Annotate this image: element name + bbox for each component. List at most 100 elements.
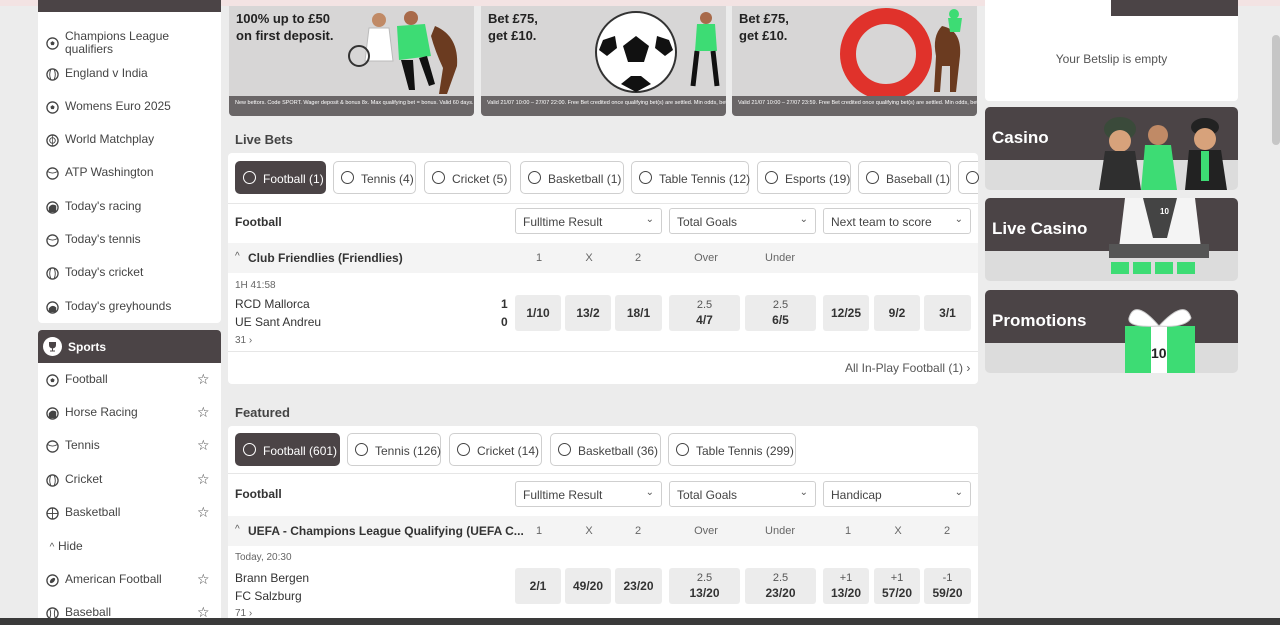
tennis-icon <box>45 166 59 180</box>
football-icon <box>243 443 256 456</box>
odds-button[interactable]: 2.5 23/20 <box>745 568 816 604</box>
sidebar-item-world-matchplay[interactable]: World Matchplay <box>38 133 221 147</box>
market-select-2[interactable]: Total Goals ⌄ <box>669 208 816 234</box>
sidebar-item-todays-cricket[interactable]: Today's cricket <box>38 266 221 280</box>
promo-banner-welcome[interactable]: 100% up to £50 on first deposit. New bett… <box>229 6 474 116</box>
casino-characters-illustration <box>1099 117 1227 190</box>
sidebar-item-label: Cricket <box>65 472 103 486</box>
competition-header[interactable]: ^ Club Friendlies (Friendlies) 1 X 2 Ove… <box>228 243 978 273</box>
sidebar-item-todays-greyhounds[interactable]: Today's greyhounds <box>38 300 221 314</box>
market-select-1[interactable]: Fulltime Result ⌄ <box>515 208 662 234</box>
sidebar-item-label: American Football <box>65 572 162 586</box>
sidebar-item-todays-tennis[interactable]: Today's tennis <box>38 233 221 247</box>
odds-button[interactable]: +1 13/20 <box>823 568 869 604</box>
home-team: Brann Bergen <box>235 571 310 585</box>
odds-button[interactable]: 23/20 <box>615 568 662 604</box>
sidebar-item-todays-racing[interactable]: Today's racing <box>38 200 221 214</box>
tab-featured-table-tennis[interactable]: Table Tennis (299) <box>668 433 796 466</box>
tile-title: Casino <box>992 128 1049 147</box>
betslip-empty-text: Your Betslip is empty <box>1055 52 1168 66</box>
tab-live-baseball[interactable]: Baseball (1) <box>858 161 951 194</box>
tab-featured-cricket[interactable]: Cricket (14) <box>449 433 542 466</box>
baseball-icon <box>866 171 879 184</box>
odds-button[interactable]: 3/1 <box>924 295 971 331</box>
chip-label: Table Tennis (299) <box>696 444 794 458</box>
casino-tile[interactable]: Casino <box>985 107 1238 190</box>
odds-button[interactable]: +1 57/20 <box>874 568 920 604</box>
table-tennis-icon <box>639 171 652 184</box>
all-inplay-football-link[interactable]: All In-Play Football (1) › <box>845 361 970 375</box>
market-select-2[interactable]: Total Goals ⌄ <box>669 481 816 507</box>
tab-featured-football[interactable]: Football (601) <box>235 433 340 466</box>
odds-button[interactable]: -1 59/20 <box>924 568 971 604</box>
sidebar-item-womens-euro[interactable]: Womens Euro 2025 <box>38 100 221 114</box>
favourite-star-icon[interactable]: ☆ <box>197 437 210 454</box>
more-markets-link[interactable]: 31 › <box>235 335 252 346</box>
tile-title: Promotions <box>992 311 1087 330</box>
tab-live-football[interactable]: Football (1) <box>235 161 326 194</box>
promo-banner-racing[interactable]: Bet £75, get £10. Valid 21/07 10:00 – 27/… <box>732 6 977 116</box>
column-header: X <box>585 252 593 264</box>
sidebar-item-football[interactable]: Football ☆ <box>38 371 221 388</box>
tab-featured-tennis[interactable]: Tennis (126) <box>347 433 441 466</box>
tab-live-cricket[interactable]: Cricket (5) <box>424 161 511 194</box>
hide-toggle[interactable]: ^ Hide <box>38 540 221 554</box>
market-select-1[interactable]: Fulltime Result ⌄ <box>515 481 662 507</box>
sidebar-item-label: Today's cricket <box>65 265 144 279</box>
odds-button[interactable]: 2.5 4/7 <box>669 295 740 331</box>
tab-live-more[interactable] <box>958 161 979 194</box>
sidebar-item-atp-washington[interactable]: ATP Washington <box>38 166 221 180</box>
odds-button[interactable]: 1/10 <box>515 295 561 331</box>
sidebar-item-england-v-india[interactable]: England v India <box>38 67 221 81</box>
odds-button[interactable]: 12/25 <box>823 295 869 331</box>
sidebar-item-label: Football <box>65 372 108 386</box>
featured-title: Featured <box>235 405 290 420</box>
competition-header[interactable]: ^ UEFA - Champions League Qualifying (UE… <box>228 516 978 546</box>
chip-label: Esports (19) <box>785 172 851 186</box>
column-header: Under <box>765 252 795 264</box>
promo-terms: New bettors. Code SPORT. Wager deposit &… <box>229 96 474 116</box>
favourite-star-icon[interactable]: ☆ <box>197 371 210 388</box>
odds-button[interactable]: 18/1 <box>615 295 662 331</box>
sidebar-item-label: World Matchplay <box>65 132 155 146</box>
market-select-3[interactable]: Next team to score ⌄ <box>823 208 971 234</box>
promotions-tile[interactable]: Promotions 10 <box>985 290 1238 373</box>
chevron-up-icon: ^ <box>49 541 55 553</box>
tab-featured-basketball[interactable]: Basketball (36) <box>550 433 661 466</box>
tab-live-tennis[interactable]: Tennis (4) <box>333 161 416 194</box>
odds-button[interactable]: 2.5 13/20 <box>669 568 740 604</box>
betslip-panel: Your Betslip is empty <box>985 0 1238 101</box>
tab-live-basketball[interactable]: Basketball (1) <box>520 161 624 194</box>
promo-headline: Bet £75, get £10. <box>739 11 789 43</box>
promo-banner-football[interactable]: Bet £75, get £10. Valid 21/07 10:00 – 27/… <box>481 6 726 116</box>
market-row-label: Football <box>235 487 282 501</box>
tab-live-table-tennis[interactable]: Table Tennis (12) <box>631 161 750 194</box>
sidebar-item-american-football[interactable]: American Football ☆ <box>38 571 221 588</box>
page-scrollbar[interactable] <box>1272 35 1280 145</box>
favourite-star-icon[interactable]: ☆ <box>197 404 210 421</box>
sidebar-item-label: Champions League qualifiers <box>65 29 170 56</box>
favourite-star-icon[interactable]: ☆ <box>197 504 210 521</box>
football-icon <box>243 171 256 184</box>
favourite-star-icon[interactable]: ☆ <box>197 471 210 488</box>
odds-button[interactable]: 9/2 <box>874 295 920 331</box>
sidebar-item-basketball[interactable]: Basketball ☆ <box>38 504 221 521</box>
market-select-3[interactable]: Handicap ⌄ <box>823 481 971 507</box>
select-value: Fulltime Result <box>523 488 603 502</box>
sidebar-item-cricket[interactable]: Cricket ☆ <box>38 471 221 488</box>
odds-button[interactable]: 2/1 <box>515 568 561 604</box>
svg-text:10: 10 <box>1160 207 1169 216</box>
odds-button[interactable]: 2.5 6/5 <box>745 295 816 331</box>
sidebar-item-horse-racing[interactable]: Horse Racing ☆ <box>38 404 221 421</box>
sports-header: Sports <box>38 330 221 363</box>
tab-live-esports[interactable]: Esports (19) <box>757 161 851 194</box>
sidebar-item-champions-league[interactable]: Champions League qualifiers <box>38 30 221 56</box>
betslip-tab[interactable] <box>1111 0 1238 16</box>
racing-illustration <box>840 8 962 96</box>
odds-button[interactable]: 49/20 <box>565 568 611 604</box>
live-casino-tile[interactable]: Live Casino 10 <box>985 198 1238 281</box>
sidebar-item-tennis[interactable]: Tennis ☆ <box>38 437 221 454</box>
favourite-star-icon[interactable]: ☆ <box>197 571 210 588</box>
odds-button[interactable]: 13/2 <box>565 295 611 331</box>
live-bets-panel: Football (1) Tennis (4) Cricket (5) Bask… <box>228 153 979 384</box>
